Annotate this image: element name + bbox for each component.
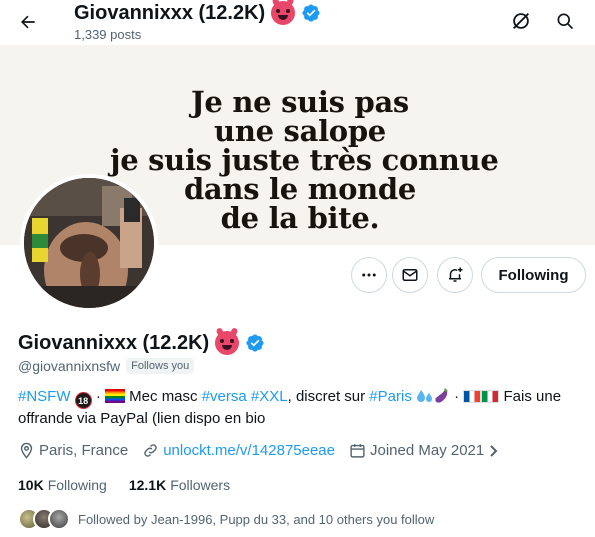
display-name-text: Giovannixxx (12.2K) <box>18 331 210 354</box>
location-pin-icon <box>20 442 33 459</box>
search-icon[interactable] <box>552 8 578 34</box>
link-icon <box>144 444 157 457</box>
italy-flag-icon <box>481 390 500 403</box>
hot-face-emoji-icon <box>215 331 240 355</box>
bell-plus-icon <box>449 267 463 282</box>
followers-count: 12.1K <box>128 477 167 493</box>
header-title-text: Giovannixxx (12.2K) <box>74 1 266 24</box>
more-options-button[interactable] <box>351 257 387 293</box>
posts-count: 1,339 posts <box>74 27 142 42</box>
header-title: Giovannixxx (12.2K) <box>74 1 321 25</box>
18-plus-icon: 18 <box>74 392 92 409</box>
profile-meta: Paris, France unlockt.me/v/142875eeae Jo… <box>18 442 514 459</box>
back-arrow-icon[interactable] <box>14 8 42 36</box>
verified-badge-icon[interactable] <box>245 333 265 353</box>
bio-text: Mec masc <box>125 388 202 405</box>
location-text: Paris, France <box>39 442 129 459</box>
bio-separator: · <box>91 388 106 405</box>
france-flag-icon <box>463 390 482 403</box>
bio-text: , discret sur <box>287 388 370 405</box>
hashtag-link[interactable]: #XXL <box>251 388 288 405</box>
follow-stats: 10K Following 12.1K Followers <box>18 477 230 493</box>
user-handle: @giovannixnsfw <box>18 358 121 374</box>
hashtag-link[interactable]: #versa <box>202 388 247 405</box>
follows-you-badge: Follows you <box>126 358 195 374</box>
mini-avatar <box>48 508 70 530</box>
website-link[interactable]: unlockt.me/v/142875eeae <box>163 442 335 459</box>
verified-badge-icon <box>302 4 320 22</box>
banner-line: de la bite. <box>220 201 380 235</box>
bio-separator: · <box>450 388 464 405</box>
envelope-icon <box>402 269 418 281</box>
notifications-button[interactable] <box>437 257 473 293</box>
handle-row: @giovannixnsfw Follows you <box>18 358 195 374</box>
following-stat[interactable]: 10K Following <box>18 477 107 493</box>
chevron-right-icon[interactable] <box>488 444 500 458</box>
display-name: Giovannixxx (12.2K) <box>18 331 265 355</box>
profile-header: Giovannixxx (12.2K) 1,339 posts <box>0 0 595 45</box>
banner-line: Je ne suis pas <box>191 85 409 119</box>
avatar[interactable] <box>20 174 158 312</box>
joined-text: Joined May 2021 <box>370 442 485 459</box>
banner-line: dans le monde <box>183 172 417 206</box>
grok-icon[interactable] <box>508 8 534 34</box>
following-count: 10K <box>18 477 44 493</box>
hashtag-link[interactable]: #Paris <box>369 388 412 405</box>
sweat-droplets-icon <box>417 390 432 402</box>
followed-by-row[interactable]: Followed by Jean-1996, Pupp du 33, and 1… <box>18 508 434 530</box>
followed-by-text: Followed by Jean-1996, Pupp du 33, and 1… <box>78 511 435 527</box>
location-item: Paris, France <box>18 442 128 459</box>
hashtag-link[interactable]: #NSFW <box>18 388 71 405</box>
website-item: unlockt.me/v/142875eeae <box>142 442 335 459</box>
banner-quote: Je ne suis pas une salope je suis juste … <box>110 85 499 235</box>
profile-bio: #NSFW 18 · Mec masc #versa #XXL, discret… <box>18 387 588 429</box>
rainbow-flag-icon <box>105 389 126 403</box>
followers-label: Followers <box>170 477 231 493</box>
hot-face-emoji-icon <box>271 1 296 25</box>
more-dots-icon <box>362 273 376 277</box>
followers-stat[interactable]: 12.1K Followers <box>129 477 230 493</box>
follower-avatars <box>18 508 74 530</box>
calendar-icon <box>350 444 365 458</box>
following-button[interactable]: Following <box>481 257 586 293</box>
message-button[interactable] <box>392 257 428 293</box>
following-label: Following <box>47 477 107 493</box>
joined-item: Joined May 2021 <box>349 442 500 459</box>
eggplant-icon <box>435 388 448 403</box>
banner-line: je suis juste très connue <box>110 143 499 177</box>
banner-line: une salope <box>214 114 386 148</box>
